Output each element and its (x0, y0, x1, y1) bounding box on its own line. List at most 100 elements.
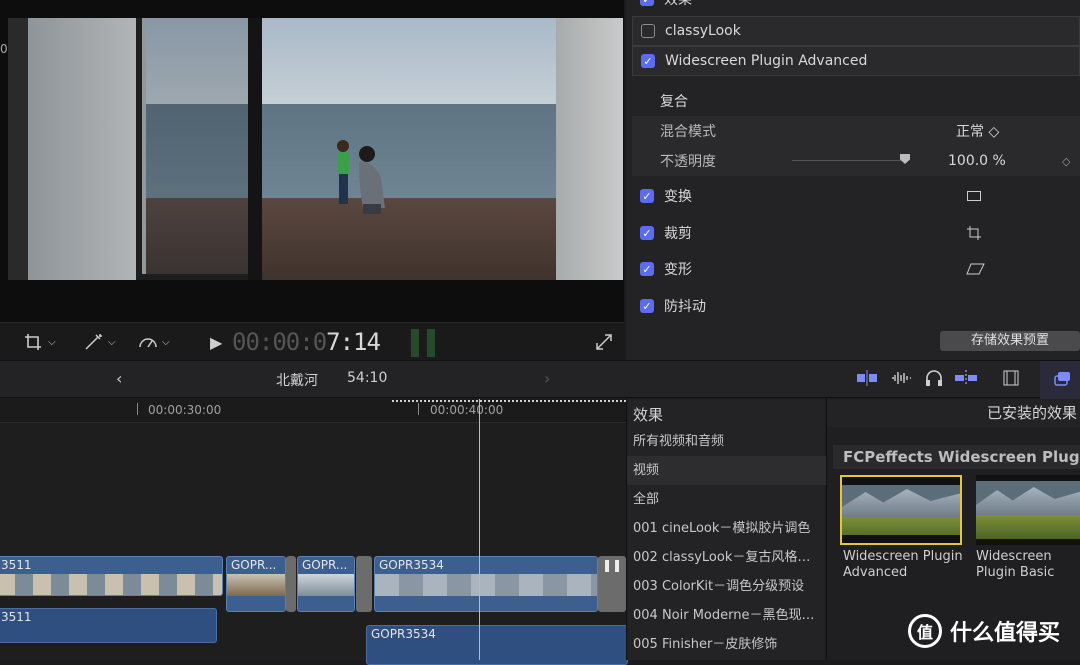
timeline-header: ‹ 北戴河 54:10 › (0, 360, 1080, 399)
clip-transition[interactable]: ❚❚ (598, 556, 626, 612)
crop-tool-button[interactable]: ⌵ (24, 331, 56, 353)
video-clip[interactable]: GOPR... (297, 556, 355, 612)
checkbox-icon[interactable]: ✓ (641, 54, 655, 68)
watermark-text: 什么值得买 (950, 621, 1061, 646)
checkbox-icon[interactable]: ✓ (640, 262, 654, 276)
effects-category-item[interactable]: 005 Finisher－皮肤修饰 (627, 630, 826, 659)
transform-icon[interactable] (966, 189, 982, 203)
playhead[interactable] (479, 399, 480, 660)
audio-meter-right (427, 329, 435, 357)
effects-category-item[interactable]: 003 ColorKit－调色分级预设 (627, 572, 826, 601)
crop-icon (25, 334, 41, 350)
project-duration: 54:10 (347, 370, 388, 386)
effect-name[interactable]: Widescreen Plugin Advanced (843, 549, 963, 581)
clip-trim-handle[interactable] (356, 556, 372, 612)
letterbox-bar (976, 475, 1080, 481)
clip-appearance-icon[interactable] (856, 369, 878, 387)
fullscreen-icon (596, 334, 612, 350)
timecode-dim: 00:00:0 (232, 328, 327, 356)
video-people (337, 140, 385, 214)
clip-thumbnails (227, 574, 285, 596)
save-effects-preset-button[interactable]: 存储效果预置 (940, 331, 1080, 351)
video-post (8, 18, 28, 280)
keyframe-icon[interactable]: ◇ (1062, 155, 1070, 168)
ruler-major-tick (418, 403, 419, 415)
composite-header: 复合 (632, 86, 1080, 116)
audio-clip[interactable]: GOPR3534 (366, 625, 628, 665)
transform-row[interactable]: ✓ 变换 (632, 181, 1080, 211)
effect-name[interactable]: Widescreen Plugin Basic (976, 549, 1076, 581)
timecode-display[interactable]: 00:00:07:14 (232, 328, 381, 356)
audio-clip[interactable]: 3511 (0, 608, 217, 643)
timeline[interactable]: 00:00:30:00 00:00:40:00 3511 GOPR... GOP… (0, 399, 628, 665)
opacity-label: 不透明度 (660, 154, 716, 170)
video-frame[interactable] (8, 18, 623, 280)
effect-thumbnail-basic[interactable] (976, 475, 1080, 545)
effects-category-item[interactable]: 全部 (627, 485, 826, 514)
effects-category-item[interactable]: 视频 (627, 456, 826, 485)
effects-category-item[interactable]: 001 cineLook－模拟胶片调色 (627, 514, 826, 543)
video-clip[interactable]: 3511 (0, 556, 223, 596)
headphones-icon[interactable] (924, 369, 944, 387)
audio-meter-left (411, 329, 419, 357)
chevron-right-icon[interactable]: › (544, 369, 550, 388)
blend-mode-select[interactable]: 正常 ◇ (956, 121, 999, 141)
opacity-value[interactable]: 100.0 % (948, 153, 1006, 169)
film-strip-icon[interactable] (1002, 369, 1020, 387)
viewer: 0 (0, 0, 624, 322)
checkbox-icon[interactable]: ✓ (640, 226, 654, 240)
clip-thumbnails (375, 574, 597, 596)
distort-icon[interactable] (966, 262, 986, 276)
effect-row-widescreen[interactable]: ✓ Widescreen Plugin Advanced (632, 46, 1080, 76)
clip-trim-handle[interactable] (286, 556, 296, 612)
checkbox-icon[interactable]: ✓ (640, 189, 654, 203)
thumbnail-mountains (976, 487, 1080, 517)
video-clip[interactable]: GOPR3534 (374, 556, 598, 612)
effects-category-item[interactable]: 004 Noir Moderne－黑色现… (627, 601, 826, 630)
browser-toggle-button[interactable] (1040, 361, 1080, 399)
clip-label: GOPR... (302, 558, 348, 572)
checkbox-icon[interactable]: ✓ (640, 299, 654, 313)
effect-label: classyLook (665, 23, 741, 39)
clip-thumbnails (0, 574, 222, 595)
effect-thumbnail-advanced[interactable] (840, 475, 962, 545)
letterbox-bar (842, 535, 960, 543)
chevron-left-icon[interactable]: ‹ (116, 369, 122, 388)
clip-label: GOPR3534 (379, 558, 444, 572)
composite-label: 复合 (660, 94, 688, 110)
clip-thumbnails (298, 574, 354, 596)
checkbox-icon[interactable]: ✓ (640, 0, 654, 6)
snapping-icon[interactable] (954, 369, 978, 387)
letterbox-bar (976, 539, 1080, 545)
opacity-slider-thumb[interactable] (900, 154, 910, 164)
effects-section-header[interactable]: ✓ 效果 (632, 0, 1080, 14)
checkbox-icon[interactable] (641, 24, 655, 38)
video-clip[interactable]: GOPR... (226, 556, 286, 612)
distort-label: 变形 (664, 262, 692, 278)
effects-category-item[interactable]: 002 classyLook－复古风格… (627, 543, 826, 572)
distort-row[interactable]: ✓ 变形 (632, 254, 1080, 284)
stabilization-row[interactable]: ✓ 防抖动 (632, 291, 1080, 321)
crop-icon[interactable] (966, 225, 982, 241)
ruler-major-tick (137, 403, 138, 415)
letterbox-bar (842, 477, 960, 485)
play-button[interactable]: ▶ (210, 331, 222, 353)
effects-section-label: 效果 (664, 0, 692, 8)
chevron-down-icon: ⌵ (108, 336, 116, 348)
enhance-tool-button[interactable]: ⌵ (84, 331, 116, 353)
waveform-icon[interactable] (890, 369, 912, 387)
video-door-frame (248, 18, 262, 280)
effect-row-classylook[interactable]: classyLook (632, 16, 1080, 46)
opacity-slider-track[interactable] (792, 160, 908, 161)
effects-browser-title: 效果 (633, 406, 664, 424)
blend-mode-label: 混合模式 (660, 124, 716, 140)
timeline-ruler[interactable]: 00:00:30:00 00:00:40:00 (0, 399, 626, 423)
ruler-label: 00:00:40:00 (430, 403, 504, 417)
fullscreen-button[interactable] (596, 331, 612, 353)
effects-category-item[interactable]: 所有视频和音频 (627, 427, 826, 456)
chevron-down-icon: ⌵ (162, 336, 170, 348)
opacity-row: 不透明度 100.0 % ◇ (632, 146, 1080, 176)
speed-tool-button[interactable]: ⌵ (138, 331, 170, 353)
viewer-toolbar: ⌵ ⌵ ⌵ ▶ 00:00:07:14 (0, 322, 624, 360)
crop-row[interactable]: ✓ 裁剪 (632, 218, 1080, 248)
